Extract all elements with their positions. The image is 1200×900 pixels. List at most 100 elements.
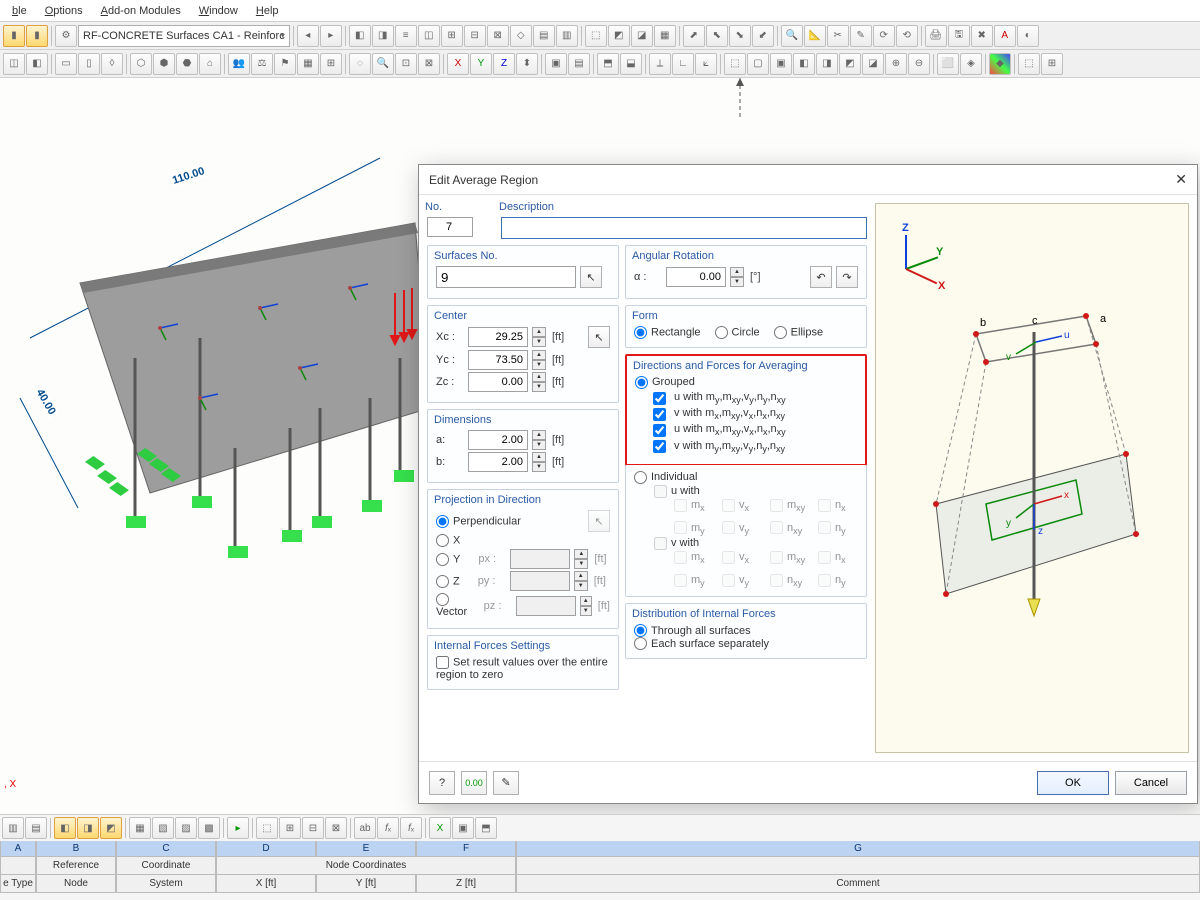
print-icon[interactable]: 🖨 [925,25,947,47]
tool2-btn-28[interactable]: ∟ [672,53,694,75]
ok-button[interactable]: OK [1037,771,1109,795]
menu-item-addon[interactable]: Add-on Modules [93,3,189,19]
tool-iso-icon[interactable]: ◧ [349,25,371,47]
proj-z-radio[interactable]: Z [436,575,460,588]
tool-btn-j5[interactable]: ⟳ [873,25,895,47]
bt-3[interactable]: ◧ [54,817,76,839]
rotate-left-icon[interactable]: ↶ [810,266,832,288]
grouped-radio[interactable]: Grouped [635,376,695,388]
individual-radio[interactable]: Individual [634,471,697,483]
menu-item-table[interactable]: ble [4,3,35,19]
bt-9[interactable]: ▩ [198,817,220,839]
grouped-check-1[interactable] [653,408,666,421]
alpha-input[interactable] [666,267,726,287]
bt-5[interactable]: ◩ [100,817,122,839]
tool-values-icon[interactable]: ≡ [395,25,417,47]
tool-btn-g5[interactable]: ◇ [510,25,532,47]
tool2-btn-14[interactable]: ⊞ [320,53,342,75]
tool-btn-j4[interactable]: ✎ [850,25,872,47]
tool-btn-h4[interactable]: ▦ [654,25,676,47]
tool-btn-j3[interactable]: ✂ [827,25,849,47]
bt-17[interactable]: ⬒ [475,817,497,839]
bt-go[interactable]: ▸ [227,817,249,839]
proj-y-radio[interactable]: Y [436,553,460,566]
tool-btn-i1[interactable]: ⬈ [683,25,705,47]
tool2-btn-12[interactable]: ⚑ [274,53,296,75]
nav-next-button[interactable]: ▸ [320,25,342,47]
tool-btn-i4[interactable]: ⬋ [752,25,774,47]
xc-input[interactable] [468,327,528,347]
nav-prev-button[interactable]: ◂ [297,25,319,47]
col-B[interactable]: B [36,841,116,857]
alpha-spin[interactable]: ▲▼ [730,267,744,287]
tool-btn-g1[interactable]: ◫ [418,25,440,47]
col-D[interactable]: D [216,841,316,857]
menu-item-options[interactable]: Options [37,3,91,19]
tool-btn-j6[interactable]: ⟲ [896,25,918,47]
set-zero-checkbox[interactable]: Set result values over the entire region… [436,656,610,681]
zoom-icon[interactable]: 🔍 [372,53,394,75]
zc-input[interactable] [468,372,528,392]
tool2-btn-26[interactable]: ⬓ [620,53,642,75]
tool2-btn-32[interactable]: ▣ [770,53,792,75]
tool-btn-g2[interactable]: ⊞ [441,25,463,47]
tool-btn-k3[interactable]: ✖ [971,25,993,47]
through-all-radio[interactable]: Through all surfaces [634,625,751,637]
bt-8[interactable]: ▨ [175,817,197,839]
pick-center-icon[interactable]: ↖ [588,326,610,348]
tool2-btn-1[interactable]: ◫ [3,53,25,75]
tool-btn-g3[interactable]: ⊟ [464,25,486,47]
tool2-btn-24[interactable]: ▤ [568,53,590,75]
module-dropdown[interactable]: RF-CONCRETE Surfaces CA1 - Reinforc [78,25,290,47]
dialog-title-bar[interactable]: Edit Average Region ✕ [419,165,1197,195]
form-ellipse-radio[interactable]: Ellipse [774,326,823,339]
tool-contour-icon[interactable]: ◨ [372,25,394,47]
bt-6[interactable]: ▦ [129,817,151,839]
tool2-btn-5[interactable]: ◊ [101,53,123,75]
xc-spin[interactable]: ▲▼ [532,327,546,347]
search-icon[interactable]: 🔍 [781,25,803,47]
tool2-btn-22[interactable]: ⬍ [516,53,538,75]
tool2-btn-40[interactable]: ◈ [960,53,982,75]
tool2-btn-34[interactable]: ◨ [816,53,838,75]
bt-16[interactable]: ▣ [452,817,474,839]
palette-icon[interactable]: ◆ [989,53,1011,75]
close-icon[interactable]: ✕ [1175,171,1187,188]
bt-2[interactable]: ▤ [25,817,47,839]
axis-y-button[interactable]: Y [470,53,492,75]
tool-btn-i3[interactable]: ⬊ [729,25,751,47]
col-C[interactable]: C [116,841,216,857]
a-spin[interactable]: ▲▼ [532,430,546,450]
tool2-btn-39[interactable]: ⬜ [937,53,959,75]
rotate-right-icon[interactable]: ↷ [836,266,858,288]
bt-10[interactable]: ⬚ [256,817,278,839]
proj-x-radio[interactable]: X [436,534,460,547]
tool2-btn-31[interactable]: ▢ [747,53,769,75]
tool2-btn-27[interactable]: ⟂ [649,53,671,75]
bt-14[interactable]: ab [354,817,376,839]
grouped-check-3[interactable] [653,440,666,453]
bt-fx[interactable]: fₓ [377,817,399,839]
tool2-btn-18[interactable]: ⊠ [418,53,440,75]
tool2-btn-30[interactable]: ⬚ [724,53,746,75]
grouped-check-2[interactable] [653,424,666,437]
bt-1[interactable]: ▥ [2,817,24,839]
tool2-btn-9[interactable]: ⌂ [199,53,221,75]
tool2-btn-17[interactable]: ⊡ [395,53,417,75]
tool2-btn-38[interactable]: ⊖ [908,53,930,75]
users-icon[interactable]: 👥 [228,53,250,75]
menu-item-help[interactable]: Help [248,3,287,19]
tool2-btn-7[interactable]: ⬢ [153,53,175,75]
tool-btn-3[interactable]: ⚙ [55,25,77,47]
col-E[interactable]: E [316,841,416,857]
help-icon[interactable]: ? [429,771,455,795]
tool2-btn-2[interactable]: ◧ [26,53,48,75]
tool2-btn-29[interactable]: ⟀ [695,53,717,75]
proj-vector-radio[interactable]: Vector [436,593,478,618]
menu-item-window[interactable]: Window [191,3,246,19]
pick-surfaces-icon[interactable]: ↖ [580,266,602,288]
form-rectangle-radio[interactable]: Rectangle [634,326,701,339]
tool2-btn-6[interactable]: ⬡ [130,53,152,75]
tool2-btn-36[interactable]: ◪ [862,53,884,75]
tool2-btn-23[interactable]: ▣ [545,53,567,75]
